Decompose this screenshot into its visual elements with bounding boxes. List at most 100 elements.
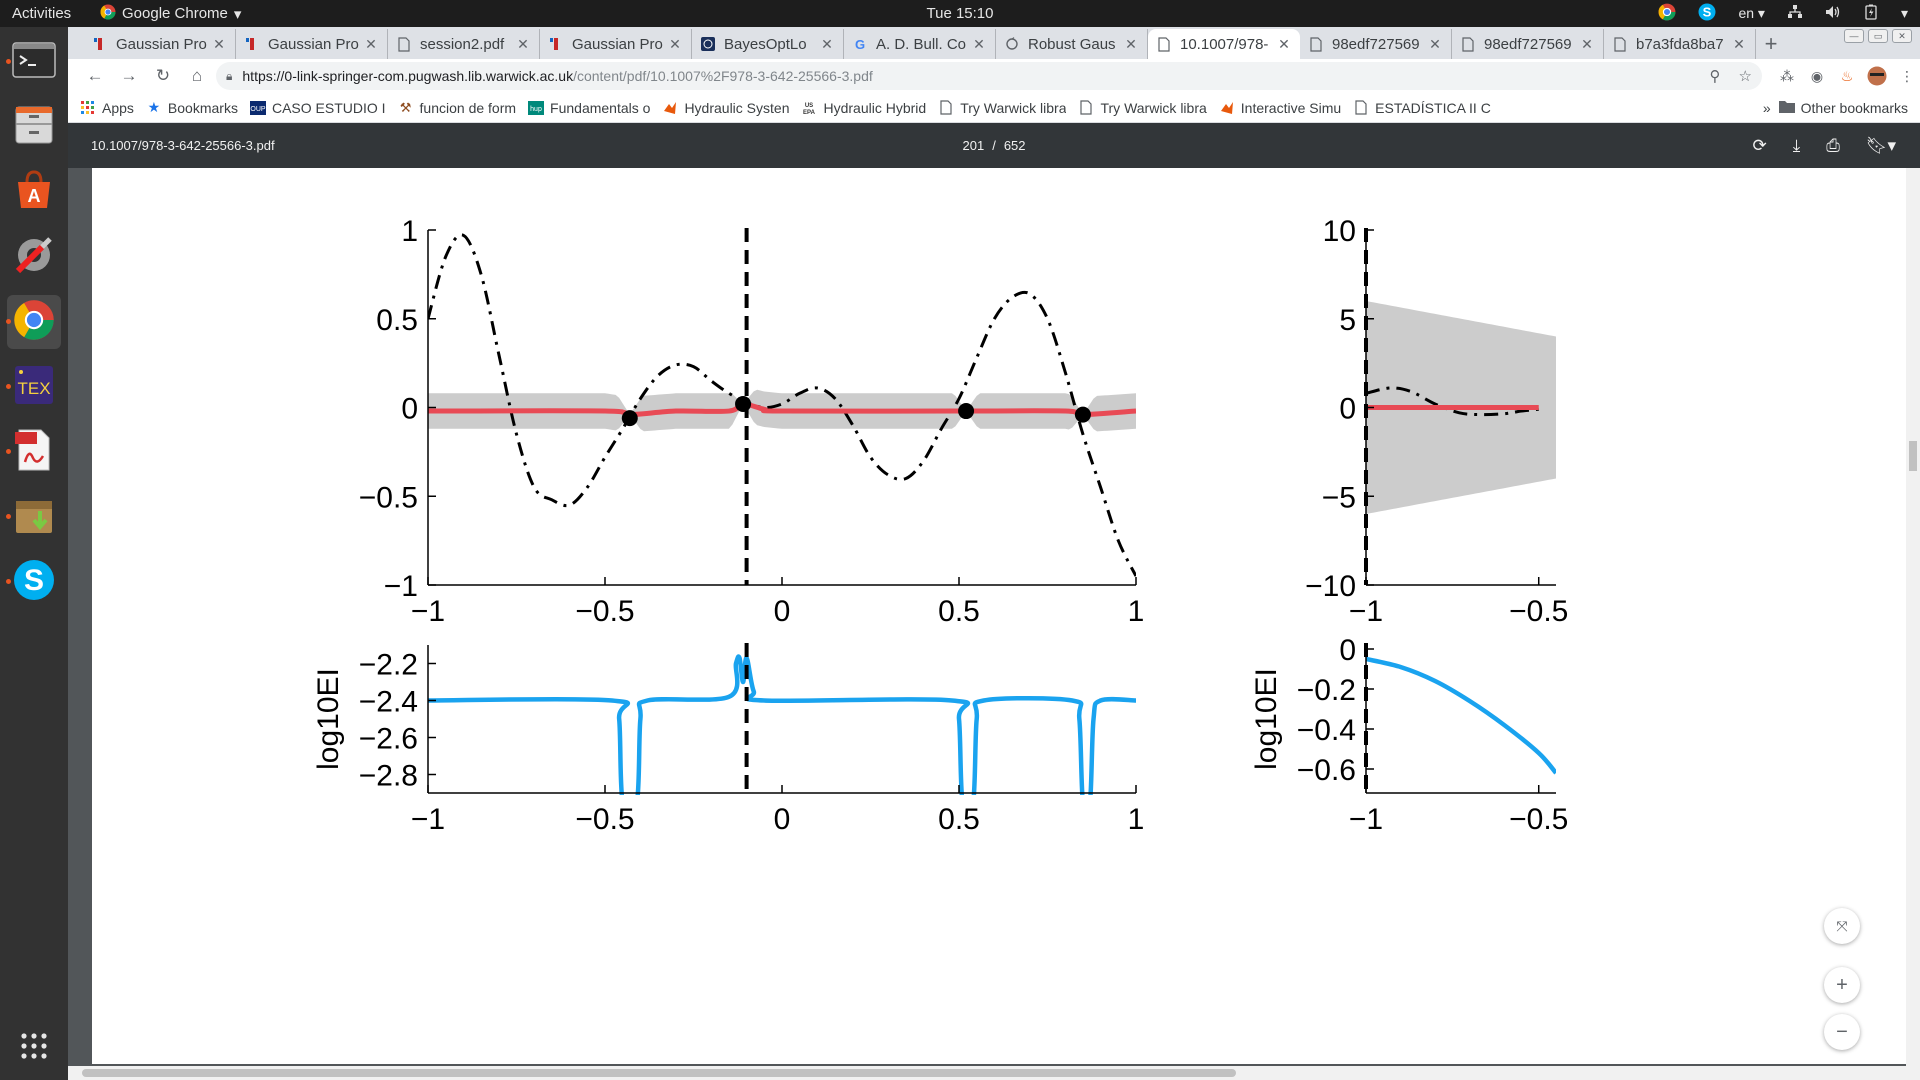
other-bookmarks-label: Other bookmarks xyxy=(1800,99,1908,116)
y-tick-label: 10 xyxy=(1323,215,1356,248)
fit-page-button[interactable]: ⤧ xyxy=(1824,908,1860,944)
files-launcher[interactable] xyxy=(7,100,61,154)
bookmark-item[interactable]: US EPA Hydraulic Hybrid xyxy=(801,100,927,116)
bookmark-item[interactable]: OUP CASO ESTUDIO I xyxy=(249,99,386,116)
vertical-scrollbar[interactable] xyxy=(1906,168,1920,1080)
profile-avatar[interactable] xyxy=(1864,63,1890,89)
terminal-icon xyxy=(12,41,56,83)
extension-puzzle-icon[interactable]: ⁂ xyxy=(1774,63,1800,89)
other-bookmarks-button[interactable]: Other bookmarks xyxy=(1778,99,1908,116)
document-icon xyxy=(938,100,954,116)
close-window-button[interactable]: ✕ xyxy=(1892,29,1912,43)
zoom-in-button[interactable]: + xyxy=(1824,967,1860,1003)
settings-launcher[interactable] xyxy=(7,230,61,284)
download-icon[interactable]: ⤓ xyxy=(1793,136,1801,156)
lock-icon[interactable]: 🔒︎ xyxy=(226,69,232,84)
star-icon[interactable]: ☆ xyxy=(1739,67,1752,85)
chart-panel-left-bottom: −2.2 −2.4 −2.6 −2.8 −1 −0.5 0 0.5 1 log10EI xyxy=(312,643,1144,836)
close-tab-icon[interactable]: ✕ xyxy=(1731,36,1747,53)
bookmark-item[interactable]: ⚒ funcion de form xyxy=(398,100,516,116)
bookmark-item[interactable]: ESTADÍSTICA II C xyxy=(1353,100,1491,116)
tab-label: Robust Gaus xyxy=(1028,35,1116,53)
chrome-tray-icon[interactable] xyxy=(1658,3,1676,24)
archive-launcher[interactable] xyxy=(6,490,61,544)
svg-text:S: S xyxy=(24,564,44,597)
address-bar[interactable]: 🔒︎ https://0-link-springer-com.pugwash.l… xyxy=(216,62,1762,90)
zoom-icon[interactable]: ⚲ xyxy=(1710,67,1721,85)
activities-button[interactable]: Activities xyxy=(0,5,100,22)
plot-area xyxy=(428,233,1136,577)
chrome-launcher[interactable] xyxy=(6,295,61,349)
extension-fire-icon[interactable]: ♨ xyxy=(1834,63,1860,89)
bookmark-item[interactable]: Interactive Simu xyxy=(1219,100,1341,116)
horizontal-scrollbar[interactable] xyxy=(68,1066,1920,1080)
bookmark-label: CASO ESTUDIO I xyxy=(271,99,386,116)
chevron-down-icon: ▾ xyxy=(233,5,242,23)
tab-10[interactable]: b7a3fda8ba7 ✕ xyxy=(1604,29,1756,59)
tab-9[interactable]: 98edf727569 ✕ xyxy=(1452,29,1604,59)
rotate-icon[interactable]: ⟳ xyxy=(1753,136,1767,156)
bookmarks-overflow-button[interactable]: » xyxy=(1763,100,1771,116)
tab-7[interactable]: 10.1007/978- ✕ xyxy=(1148,29,1300,59)
tab-6[interactable]: Robust Gaus ✕ xyxy=(996,29,1148,59)
reload-button[interactable]: ↻ xyxy=(148,61,178,91)
bookmark-item[interactable]: Try Warwick libra xyxy=(938,100,1066,116)
close-tab-icon[interactable]: ✕ xyxy=(363,36,379,53)
close-tab-icon[interactable]: ✕ xyxy=(211,36,227,53)
app-menu[interactable]: Google Chrome ▾ xyxy=(100,4,241,24)
pdf-reader-launcher[interactable] xyxy=(6,425,61,479)
pdf-viewer[interactable]: 1 0.5 0 −0.5 −1 −1 −0.5 0 0.5 1 −2.2 −2.4 −2.6 −2.8 −1… xyxy=(68,168,1920,1080)
tab-1[interactable]: Gaussian Pro ✕ xyxy=(236,29,388,59)
close-tab-icon[interactable]: ✕ xyxy=(1427,36,1443,53)
battery-icon[interactable] xyxy=(1863,4,1879,23)
language-indicator[interactable]: en ▾ xyxy=(1738,5,1765,22)
home-button[interactable]: ⌂ xyxy=(182,61,212,91)
show-applications-button[interactable] xyxy=(19,1031,49,1066)
forward-button[interactable]: → xyxy=(114,61,144,91)
extension-circle-icon[interactable]: ◉ xyxy=(1804,63,1830,89)
close-tab-icon[interactable]: ✕ xyxy=(667,36,683,53)
close-tab-icon[interactable]: ✕ xyxy=(1579,36,1595,53)
print-icon[interactable]: ⎙ xyxy=(1826,136,1840,156)
texmaker-launcher[interactable]: TEX xyxy=(6,360,61,414)
skype-tray-icon[interactable]: S xyxy=(1698,3,1716,24)
chevron-down-icon[interactable]: ▾ xyxy=(1901,5,1908,22)
network-icon[interactable] xyxy=(1787,4,1803,23)
bookmarks-bar: Apps ★ Bookmarks OUP CASO ESTUDIO I ⚒ funcion … xyxy=(68,93,1920,123)
clock[interactable]: Tue 15:10 xyxy=(927,5,994,22)
back-button[interactable]: ← xyxy=(80,61,110,91)
page-current-input[interactable]: 201 xyxy=(962,138,984,153)
close-tab-icon[interactable]: ✕ xyxy=(971,36,987,53)
document-icon xyxy=(1156,36,1172,52)
terminal-launcher[interactable] xyxy=(6,35,61,89)
close-tab-icon[interactable]: ✕ xyxy=(515,36,531,53)
skype-launcher[interactable]: S xyxy=(6,555,61,609)
minimize-button[interactable]: — xyxy=(1844,29,1864,43)
tab-5[interactable]: G A. D. Bull. Co ✕ xyxy=(844,29,996,59)
vertical-scroll-thumb[interactable] xyxy=(1909,441,1917,471)
close-tab-icon[interactable]: ✕ xyxy=(1123,36,1139,53)
bookmark-item[interactable]: Try Warwick libra xyxy=(1078,100,1207,116)
new-tab-button[interactable]: + xyxy=(1756,29,1786,59)
volume-icon[interactable] xyxy=(1825,4,1841,23)
horizontal-scroll-thumb[interactable] xyxy=(82,1069,1236,1077)
menu-kebab-icon[interactable]: ⋮ xyxy=(1894,63,1920,89)
bookmark-item[interactable]: Apps xyxy=(80,100,134,116)
zoom-out-button[interactable]: − xyxy=(1824,1014,1860,1050)
bookmark-item[interactable]: hup Fundamentals o xyxy=(528,100,650,116)
system-tray: S en ▾ ▾ xyxy=(1658,3,1908,24)
maximize-button[interactable]: ▭ xyxy=(1868,29,1888,43)
bookmark-menu-icon[interactable]: 🔖︎▾ xyxy=(1866,136,1896,156)
figure-svg: 1 0.5 0 −0.5 −1 −1 −0.5 0 0.5 1 −2.2 −2.4 −2.6 −2.8 −1… xyxy=(312,215,1568,836)
tab-2[interactable]: session2.pdf ✕ xyxy=(388,29,540,59)
bookmark-item[interactable]: Hydraulic Systen xyxy=(662,100,789,116)
tab-8[interactable]: 98edf727569 ✕ xyxy=(1300,29,1452,59)
observation-point xyxy=(958,403,975,420)
tab-3[interactable]: Gaussian Pro ✕ xyxy=(540,29,692,59)
tab-4[interactable]: BayesOptLo ✕ xyxy=(692,29,844,59)
close-tab-icon[interactable]: ✕ xyxy=(1276,36,1292,53)
tab-0[interactable]: Gaussian Pro ✕ xyxy=(84,29,236,59)
close-tab-icon[interactable]: ✕ xyxy=(819,36,835,53)
software-center-launcher[interactable]: A xyxy=(7,165,61,219)
bookmark-item[interactable]: ★ Bookmarks xyxy=(146,100,238,116)
